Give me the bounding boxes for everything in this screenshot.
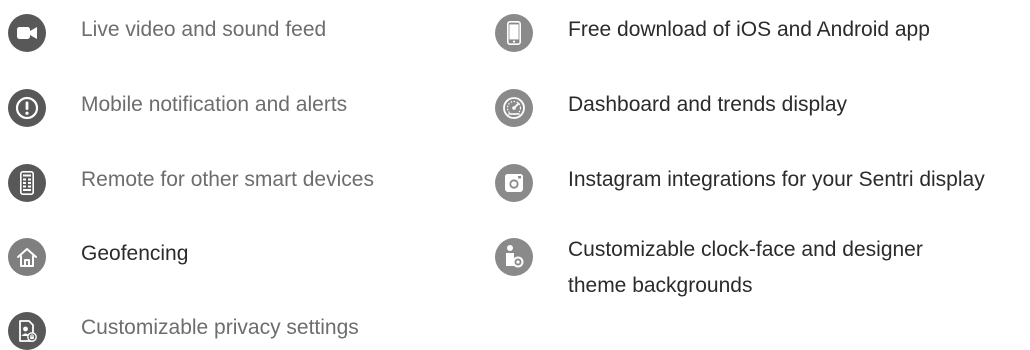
feature-label: Free download of iOS and Android app — [568, 18, 930, 41]
instagram-icon — [495, 164, 533, 202]
feature-item: Instagram integrations for your Sentri d… — [495, 164, 985, 202]
feature-label: Customizable clock-face and designer the… — [568, 234, 923, 302]
feature-item: Mobile notification and alerts — [8, 89, 347, 127]
home-icon — [8, 238, 46, 276]
feature-label: Instagram integrations for your Sentri d… — [568, 168, 985, 191]
feature-item: Customizable privacy settings — [8, 312, 359, 350]
phone-icon — [495, 14, 533, 52]
feature-label-line: theme backgrounds — [568, 274, 753, 297]
alert-icon — [8, 89, 46, 127]
feature-label: Mobile notification and alerts — [81, 93, 348, 116]
video-camera-icon — [8, 14, 46, 52]
feature-item: Geofencing — [8, 238, 188, 276]
customize-icon — [495, 238, 533, 276]
feature-label: Geofencing — [81, 242, 189, 265]
feature-label: Live video and sound feed — [81, 18, 327, 41]
feature-item: Dashboard and trends display — [495, 89, 847, 127]
remote-icon — [8, 164, 46, 202]
feature-item: Live video and sound feed — [8, 14, 326, 52]
feature-label-line: Customizable clock-face and designer — [568, 238, 923, 261]
feature-item: Free download of iOS and Android app — [495, 14, 930, 52]
privacy-icon — [8, 312, 46, 350]
feature-item: Customizable clock-face and designer the… — [495, 238, 923, 302]
feature-label: Remote for other smart devices — [81, 168, 374, 191]
feature-label: Dashboard and trends display — [568, 93, 848, 116]
feature-label: Customizable privacy settings — [81, 316, 359, 339]
dashboard-icon — [495, 89, 533, 127]
feature-item: Remote for other smart devices — [8, 164, 374, 202]
